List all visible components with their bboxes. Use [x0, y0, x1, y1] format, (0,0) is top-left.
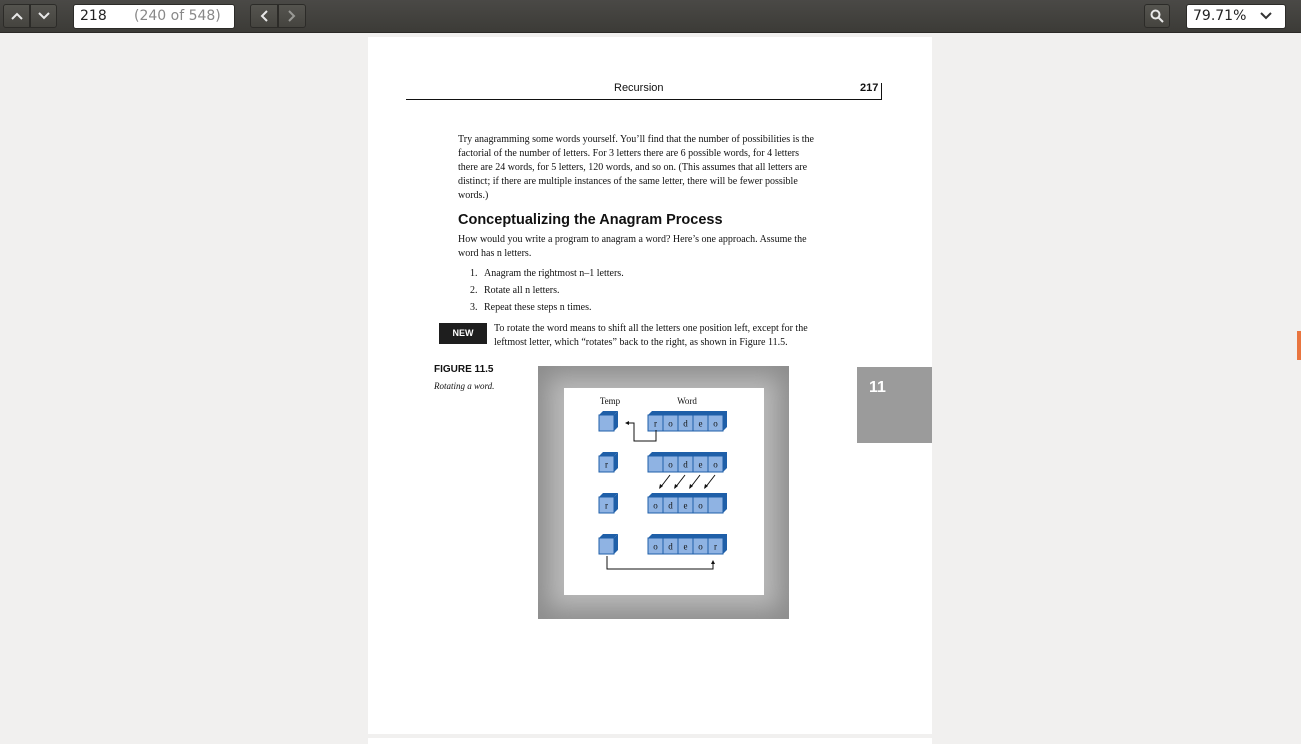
- step-number: 3.: [470, 302, 478, 313]
- history-forward-button[interactable]: [278, 4, 306, 28]
- figure-title: FIGURE 11.5: [434, 364, 494, 375]
- word-label: Word: [677, 396, 697, 406]
- page-number: 217: [860, 82, 879, 94]
- chevron-down-icon: [37, 12, 50, 20]
- cell-letter: o: [698, 501, 703, 511]
- next-page-edge: [368, 738, 932, 744]
- cell-letter: o: [653, 542, 658, 552]
- cell-letter: o: [713, 460, 718, 470]
- page-number-input[interactable]: 218 (240 of 548): [73, 4, 235, 29]
- chevron-down-icon: [1260, 12, 1272, 20]
- temp-cell: r: [598, 493, 618, 514]
- zoom-select[interactable]: 79.71%: [1186, 4, 1286, 29]
- step-text: Anagram the rightmost n–1 letters.: [484, 268, 624, 279]
- toolbar: 218 (240 of 548) 79.71%: [0, 0, 1301, 33]
- chapter-tab: 11: [857, 367, 932, 443]
- temp-cell: [598, 534, 618, 555]
- history-back-button[interactable]: [250, 4, 278, 28]
- figure-caption: Rotating a word.: [434, 381, 495, 391]
- question-line: How would you write a program to anagram…: [458, 234, 807, 245]
- cell-letter: d: [683, 419, 688, 429]
- scroll-position-marker[interactable]: [1297, 331, 1301, 360]
- rotate-in-arrow: [606, 556, 714, 570]
- search-icon: [1150, 9, 1164, 23]
- rotation-diagram: Temp Word r o d e or o d e or o d e oo d e o r: [598, 396, 727, 570]
- cell-letter: d: [668, 501, 673, 511]
- step-text: Repeat these steps n times.: [484, 302, 592, 313]
- cell-letter: e: [684, 542, 688, 552]
- cell-letter: r: [714, 542, 717, 552]
- step-text: Rotate all n letters.: [484, 285, 560, 296]
- cell-letter: o: [668, 460, 673, 470]
- chevron-left-icon: [260, 10, 268, 22]
- cell-letter: o: [713, 419, 718, 429]
- step-item: 3. Repeat these steps n times.: [470, 302, 591, 313]
- cell-letter: r: [605, 460, 608, 470]
- intro-paragraph: Try anagramming some words yourself. You…: [458, 133, 844, 203]
- intro-line: words.): [458, 190, 489, 201]
- new-term-badge: NEW TERM: [439, 323, 487, 359]
- temp-cell: r: [598, 452, 618, 473]
- intro-line: there are 24 words, for 5 letters, 120 w…: [458, 162, 808, 173]
- figure-frame: Temp Word rodeorodeorodeoodeor: [538, 366, 789, 619]
- cell-letter: r: [605, 501, 608, 511]
- question-paragraph: How would you write a program to anagram…: [458, 233, 844, 261]
- arrowhead: [711, 560, 715, 564]
- cell-letter: d: [683, 460, 688, 470]
- cell-letter: o: [698, 542, 703, 552]
- cell-letter: e: [684, 501, 688, 511]
- word-cell: [647, 455, 664, 473]
- chevron-up-icon: [10, 12, 23, 20]
- shift-arrowheads: [659, 484, 708, 489]
- zoom-value: 79.71%: [1193, 8, 1247, 24]
- running-title: Recursion: [614, 82, 664, 94]
- section-heading: Conceptualizing the Anagram Process: [458, 212, 723, 228]
- current-page-value: 218: [80, 8, 107, 24]
- cell-letter: e: [699, 460, 703, 470]
- cell-letter: o: [653, 501, 658, 511]
- previous-page-button[interactable]: [3, 4, 30, 28]
- step-item: 1. Anagram the rightmost n–1 letters.: [470, 268, 624, 279]
- next-page-button[interactable]: [30, 4, 57, 28]
- temp-cell: [598, 411, 618, 432]
- cell-letter: d: [668, 542, 673, 552]
- new-term-line: leftmost letter, which “rotates” back to…: [494, 337, 788, 348]
- step-item: 2. Rotate all n letters.: [470, 285, 560, 296]
- page-total-label: (240 of 548): [134, 8, 221, 24]
- new-term-line: To rotate the word means to shift all th…: [494, 323, 808, 334]
- cell-letter: o: [668, 419, 673, 429]
- new-term-paragraph: To rotate the word means to shift all th…: [494, 322, 844, 350]
- document-page: Recursion 217 Try anagramming some words…: [368, 37, 932, 734]
- step-number: 2.: [470, 285, 478, 296]
- chevron-right-icon: [288, 10, 296, 22]
- figure-panel: Temp Word rodeorodeorodeoodeor: [564, 388, 764, 595]
- question-line: word has n letters.: [458, 248, 532, 259]
- cell-letter: r: [654, 419, 657, 429]
- intro-line: distinct; if there are multiple instance…: [458, 176, 798, 187]
- intro-line: factorial of the number of letters. For …: [458, 148, 800, 159]
- step-number: 1.: [470, 268, 478, 279]
- intro-line: Try anagramming some words yourself. You…: [458, 134, 814, 145]
- arrowhead: [625, 421, 629, 425]
- search-button[interactable]: [1144, 4, 1170, 28]
- cell-letter: e: [699, 419, 703, 429]
- word-cell: [707, 496, 724, 514]
- temp-label: Temp: [600, 396, 621, 406]
